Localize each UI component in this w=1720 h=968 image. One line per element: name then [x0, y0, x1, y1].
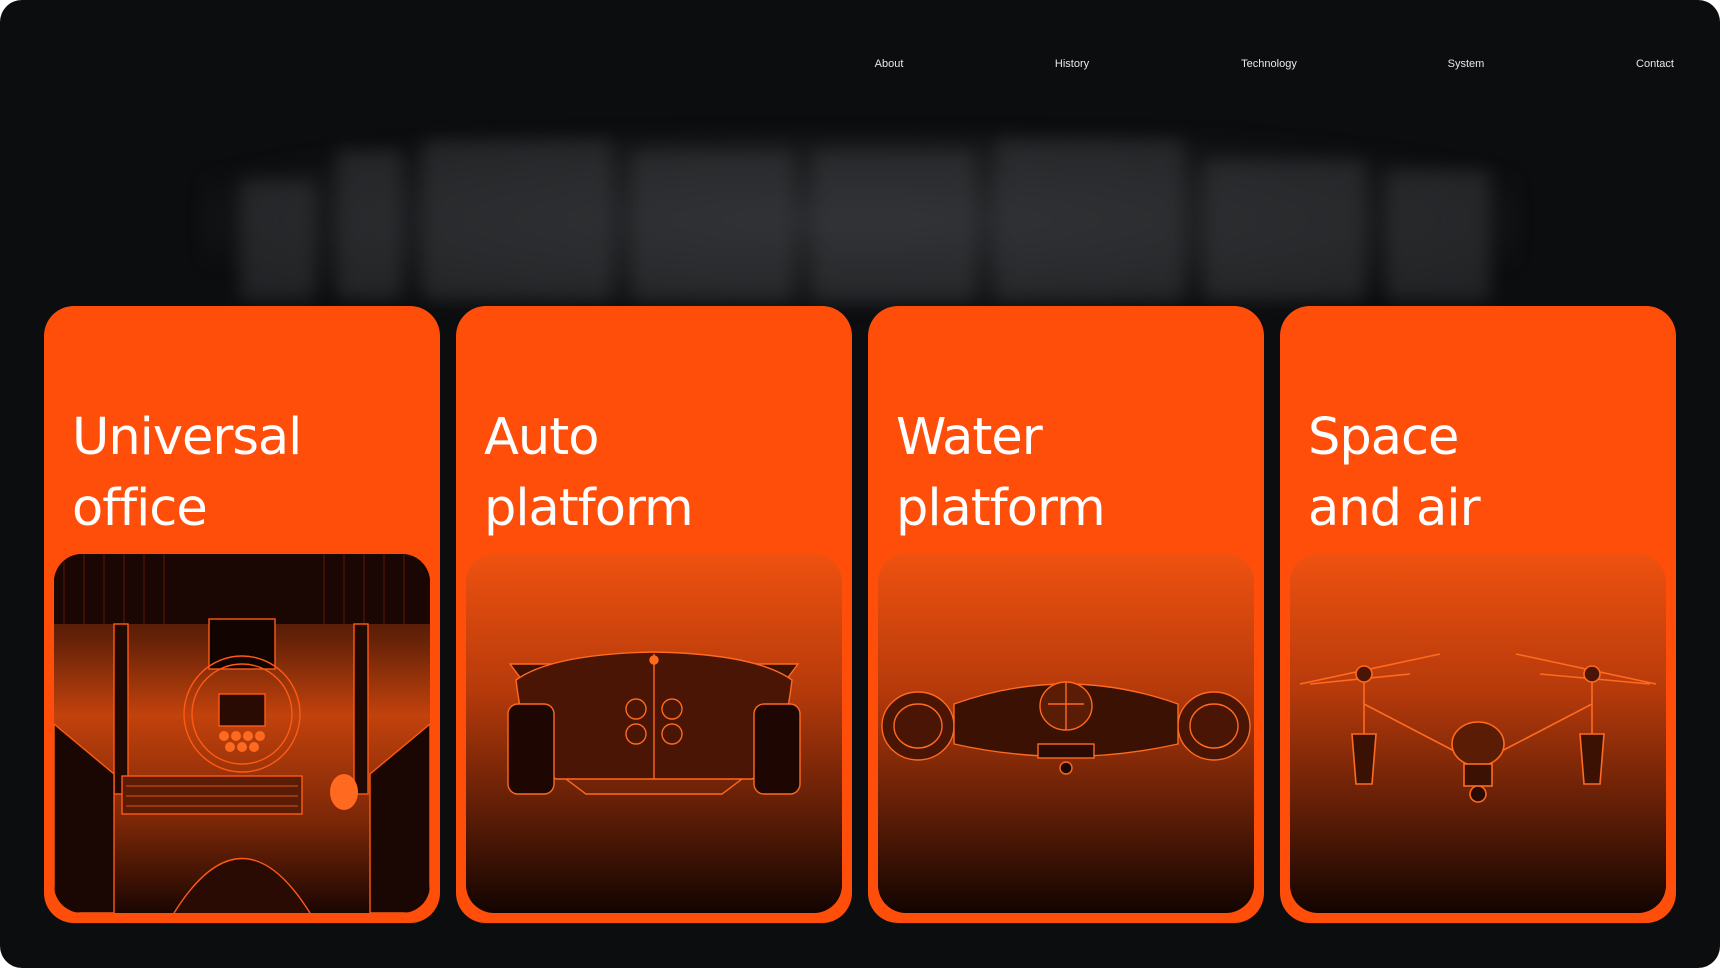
card-title-line: Universal [72, 408, 302, 467]
page-frame: About History Technology System Contact … [0, 0, 1720, 968]
card-title-line: and air [1308, 479, 1481, 538]
card-image [466, 554, 842, 913]
card-title: Water platform [896, 402, 1246, 544]
drone-wireframe-icon [1299, 653, 1657, 803]
card-water-platform[interactable]: Water platform [868, 306, 1264, 923]
card-title-line: platform [484, 479, 694, 538]
card-title-line: office [72, 479, 208, 538]
hover-boat-wireframe-icon [881, 681, 1251, 775]
nav-link-history[interactable]: History [1055, 58, 1089, 70]
card-title: Auto platform [484, 402, 834, 544]
nav-link-technology[interactable]: Technology [1241, 58, 1297, 70]
card-image [54, 554, 430, 913]
card-auto-platform[interactable]: Auto platform [456, 306, 852, 923]
card-title-line: Space [1308, 408, 1459, 467]
card-space-and-air[interactable]: Space and air [1280, 306, 1676, 923]
card-title: Universal office [72, 402, 422, 544]
nav-link-contact[interactable]: Contact [1636, 58, 1674, 70]
background-wordmark [240, 140, 1490, 300]
card-title-line: Water [896, 408, 1043, 467]
card-title-line: platform [896, 479, 1106, 538]
cockpit-workstation-wireframe-icon [54, 554, 430, 913]
card-universal-office[interactable]: Universal office [44, 306, 440, 923]
card-image [878, 554, 1254, 913]
nav-link-system[interactable]: System [1448, 58, 1485, 70]
card-title-line: Auto [484, 408, 599, 467]
top-navigation: About History Technology System Contact [0, 58, 1720, 76]
card-image [1290, 554, 1666, 913]
card-title: Space and air [1308, 402, 1658, 544]
race-car-wireframe-icon [507, 651, 801, 795]
nav-link-about[interactable]: About [875, 58, 904, 70]
